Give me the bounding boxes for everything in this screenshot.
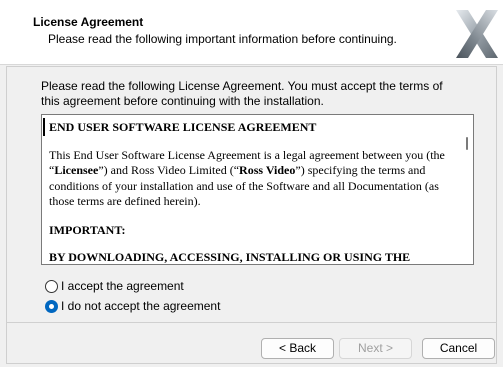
installer-logo-icon (456, 10, 498, 58)
text-caret (43, 118, 45, 136)
ross-video-term: Ross Video (239, 163, 296, 177)
accept-radio[interactable] (45, 279, 58, 293)
footer-divider (6, 322, 497, 323)
license-heading: END USER SOFTWARE LICENSE AGREEMENT (49, 120, 317, 134)
intro-text: Please read the following License Agreem… (41, 79, 443, 108)
page-title: License Agreement (33, 15, 144, 29)
cancel-button[interactable]: Cancel (422, 338, 495, 359)
next-button[interactable]: Next > (339, 338, 412, 359)
back-button[interactable]: < Back (261, 338, 334, 359)
page-subtitle: Please read the following important info… (48, 32, 397, 46)
license-paragraph-part: ”) and Ross Video Limited (“ (98, 163, 240, 177)
scrollbar-thumb[interactable] (466, 137, 468, 150)
wizard-header: License Agreement Please read the follow… (0, 0, 503, 65)
license-scrollbar[interactable] (458, 115, 473, 264)
accept-label[interactable]: I accept the agreement (61, 279, 184, 293)
accept-option[interactable]: I accept the agreement (45, 278, 184, 294)
license-paragraph: This End User Software License Agreement… (49, 148, 451, 210)
license-text-box[interactable]: END USER SOFTWARE LICENSE AGREEMENT This… (41, 114, 474, 265)
license-text: END USER SOFTWARE LICENSE AGREEMENT This… (49, 118, 451, 264)
important-heading: IMPORTANT: (49, 222, 126, 237)
license-cutoff-line: BY DOWNLOADING, ACCESSING, INSTALLING OR… (49, 250, 411, 264)
decline-option[interactable]: I do not accept the agreement (45, 298, 220, 314)
decline-label[interactable]: I do not accept the agreement (61, 299, 220, 313)
license-viewport: END USER SOFTWARE LICENSE AGREEMENT This… (42, 115, 460, 264)
licensee-term: Licensee (54, 163, 99, 177)
decline-radio[interactable] (45, 299, 58, 313)
